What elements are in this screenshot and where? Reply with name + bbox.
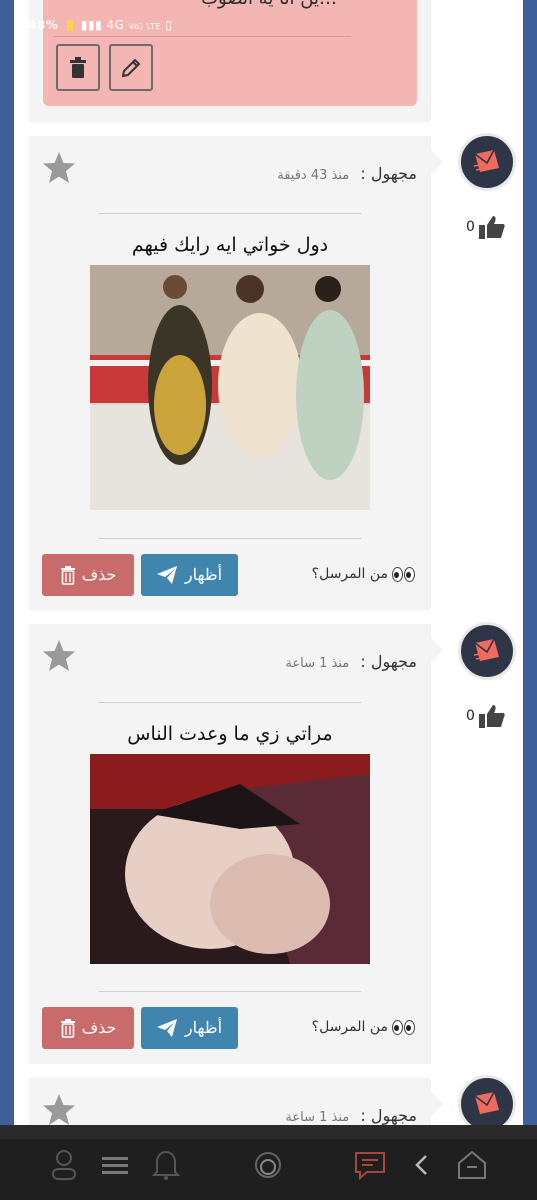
star-icon[interactable] (41, 1092, 77, 1128)
thumbs-up-icon (478, 216, 505, 239)
separator: : (360, 1106, 366, 1125)
sender-line: مجهول : منذ 1 ساعة (285, 652, 417, 671)
trash-icon (60, 1018, 75, 1038)
reveal-sender-button[interactable]: أظهار (141, 554, 238, 596)
envelope-icon (474, 1091, 499, 1114)
search-icon[interactable] (250, 1147, 286, 1183)
trash-icon (70, 56, 86, 78)
profile-icon[interactable] (46, 1147, 82, 1183)
star-icon[interactable] (41, 638, 77, 674)
divider (99, 702, 361, 703)
sender-line: مجهول : منذ 1 ساعة (285, 1106, 417, 1125)
reveal-label: أظهار (184, 567, 223, 584)
avatar (458, 622, 516, 680)
paper-plane-icon (156, 1019, 177, 1037)
battery-icon (66, 20, 73, 31)
reveal-sender-button[interactable]: أظهار (141, 1007, 238, 1049)
back-icon[interactable] (404, 1147, 440, 1183)
delete-label: حذف (81, 567, 117, 584)
separator: : (360, 652, 366, 671)
message-text: مراتي زي ما وعدت الناس (127, 723, 333, 745)
message-time: منذ 43 دقيقة (277, 168, 350, 183)
message-text: دول خواتي ايه رايك فيهم (131, 234, 329, 256)
bottom-navigation-bar (0, 1125, 537, 1200)
delete-button[interactable]: حذف (42, 1007, 134, 1049)
likes[interactable]: 0 (466, 215, 505, 239)
likes[interactable]: 0 (466, 704, 505, 728)
network-type: 4G (106, 18, 125, 32)
message-image[interactable] (90, 265, 370, 510)
card-pointer (431, 1092, 443, 1116)
menu-icon[interactable] (97, 1147, 133, 1183)
edit-icon-button[interactable] (109, 44, 153, 91)
avatar (458, 133, 516, 191)
divider (99, 991, 361, 992)
sender-name: مجهول (370, 652, 417, 671)
highlighted-message-card: …ين انا يه انصوب (43, 0, 417, 106)
separator: : (360, 164, 366, 183)
delete-label: حذف (81, 1020, 117, 1037)
reveal-label: أظهار (184, 1020, 223, 1037)
who-sent-label: من المرسل؟ (311, 566, 388, 582)
sender-name: مجهول (370, 164, 417, 183)
notification-bell-icon[interactable] (148, 1147, 184, 1183)
message-time: منذ 1 ساعة (285, 1110, 350, 1125)
message-text: …ين انا يه انصوب (201, 0, 337, 9)
divider (53, 36, 351, 37)
card-pointer (431, 638, 443, 662)
who-sent-hint: من المرسل؟ (312, 1019, 415, 1035)
message-card: مجهول : منذ 1 ساعة مراتي زي ما وعدت النا… (29, 624, 443, 1064)
delete-icon-button[interactable] (56, 44, 100, 91)
photo-placeholder (90, 754, 370, 964)
volte-label: Vo) LTE (128, 22, 162, 31)
who-sent-label: من المرسل؟ (311, 1019, 388, 1035)
like-count: 0 (466, 708, 475, 724)
nav-bar-edge (0, 1125, 537, 1139)
divider (99, 538, 361, 539)
message-card: مجهول : منذ 43 دقيقة دول خواتي ايه رايك … (29, 136, 443, 610)
trash-icon (60, 565, 75, 585)
battery-percent: 48% (28, 18, 59, 32)
message-image[interactable] (90, 754, 370, 964)
card-pointer (431, 150, 443, 174)
envelope-icon (473, 149, 499, 172)
paper-plane-icon (156, 566, 177, 584)
sender-line: مجهول : منذ 43 دقيقة (277, 164, 417, 183)
messages-icon[interactable] (352, 1147, 388, 1183)
vibrate-icon: ▯ (165, 18, 173, 32)
delete-button[interactable]: حذف (42, 554, 134, 596)
home-icon[interactable] (454, 1147, 490, 1183)
eyes-icon (392, 1019, 415, 1035)
status-bar: 48% ▮▮▮ 4G Vo) LTE ▯ (28, 18, 172, 32)
envelope-icon (473, 638, 499, 661)
divider (99, 213, 361, 214)
star-icon[interactable] (41, 150, 77, 186)
who-sent-hint: من المرسل؟ (312, 566, 415, 582)
like-count: 0 (466, 219, 475, 235)
pencil-icon (121, 58, 141, 77)
eyes-icon (392, 566, 415, 582)
photo-placeholder (90, 265, 370, 510)
sender-name: مجهول (370, 1106, 417, 1125)
thumbs-up-icon (478, 705, 505, 728)
signal-icon: ▮▮▮ (80, 18, 103, 32)
message-time: منذ 1 ساعة (285, 656, 350, 671)
